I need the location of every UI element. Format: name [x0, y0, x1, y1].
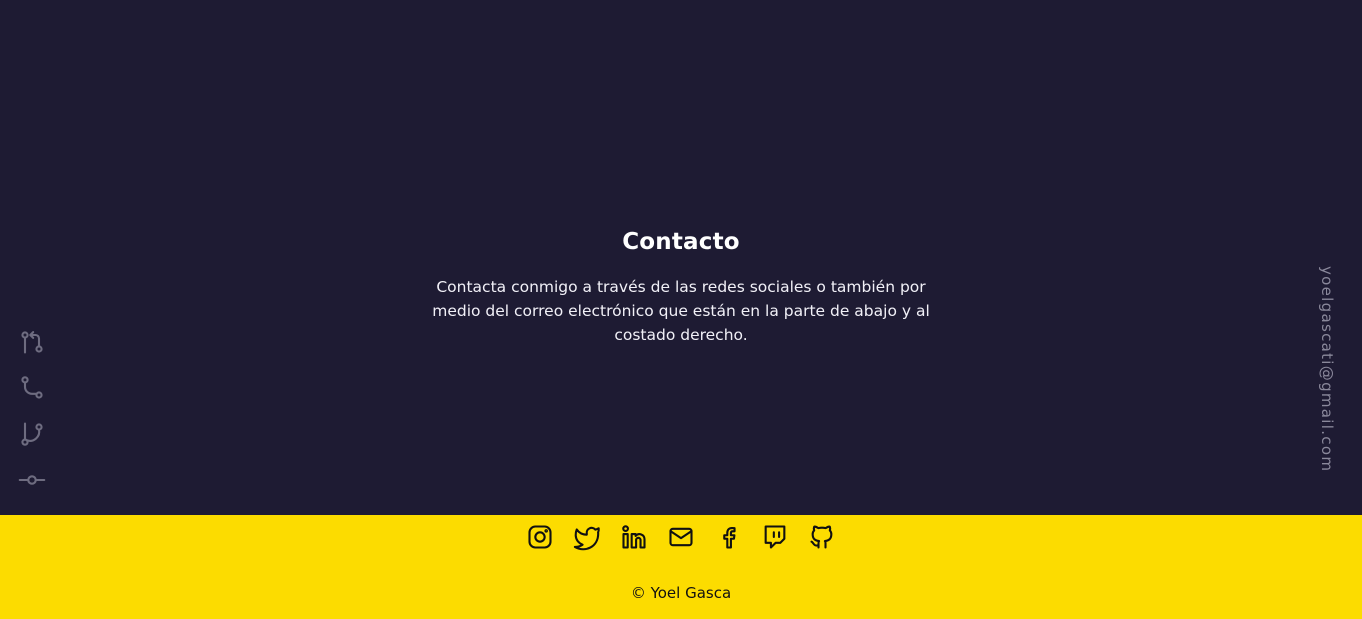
copyright-text: © Yoel Gasca — [630, 584, 732, 602]
page: Contacto Contacta conmigo a través de la… — [0, 0, 1362, 619]
git-pull-request-icon[interactable] — [18, 328, 46, 356]
git-branch-icon[interactable] — [18, 420, 46, 448]
twitch-icon[interactable] — [761, 523, 789, 551]
email-link[interactable]: yoelgascati@gmail.com — [1318, 266, 1336, 472]
linkedin-icon[interactable] — [620, 523, 648, 551]
main-section: Contacto Contacta conmigo a través de la… — [0, 0, 1362, 515]
instagram-icon[interactable] — [526, 523, 554, 551]
contact-section: Contacto Contacta conmigo a través de la… — [0, 226, 1362, 347]
contact-description: Contacta conmigo a través de las redes s… — [432, 278, 930, 344]
twitter-icon[interactable] — [573, 523, 601, 551]
facebook-icon[interactable] — [714, 523, 742, 551]
social-links — [0, 523, 1362, 551]
git-merge-icon[interactable] — [18, 374, 46, 402]
mail-icon[interactable] — [667, 523, 695, 551]
right-rail: yoelgascati@gmail.com — [1318, 266, 1338, 496]
git-commit-icon[interactable] — [18, 466, 46, 494]
left-rail — [18, 328, 50, 512]
footer: © Yoel Gasca — [0, 515, 1362, 619]
contact-title: Contacto — [622, 229, 740, 255]
github-icon[interactable] — [808, 523, 836, 551]
